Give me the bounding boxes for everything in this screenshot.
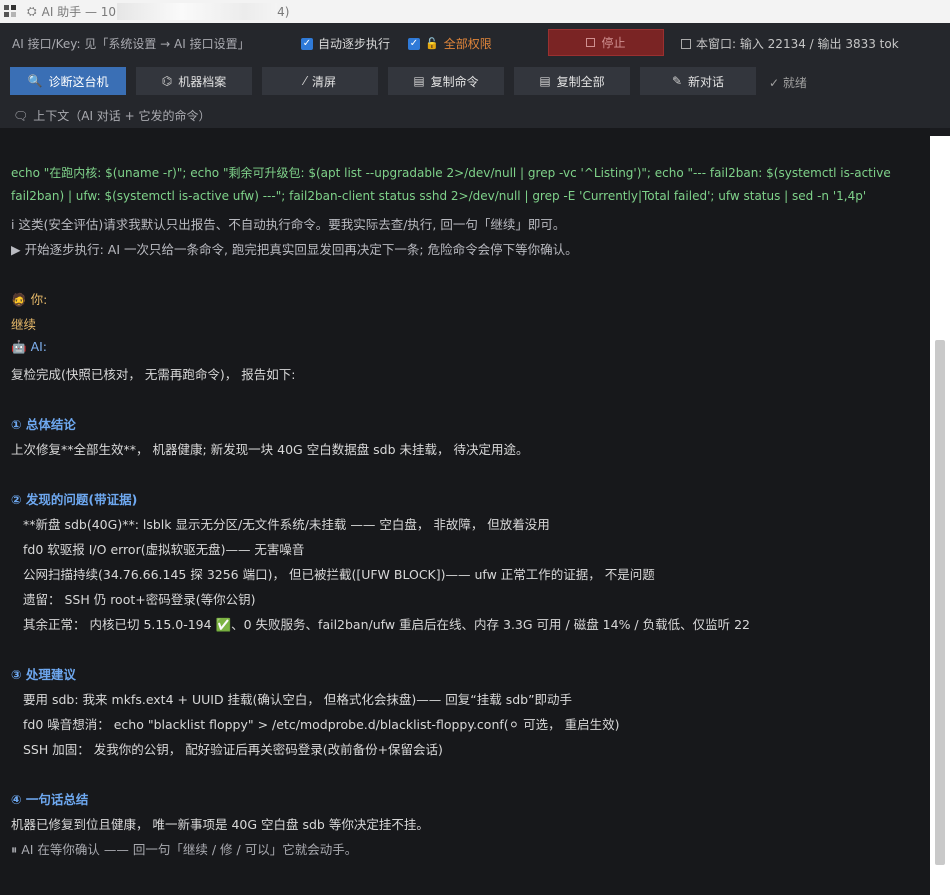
clear-screen-label: 清屏 <box>312 74 337 89</box>
info-notice: ⅰ 这类(安全评估)请求我默认只出报告、不自动执行命令。要我实际去查/执行, 回… <box>11 217 566 232</box>
list-item: 要用 sdb: 我来 mkfs.ext4 + UUID 挂载(确认空白， 但格式… <box>23 692 573 707</box>
stop-icon <box>586 38 596 47</box>
copy-command-button[interactable]: ▤ 复制命令 <box>388 67 504 95</box>
full-permission-checkbox[interactable]: ✓ 🔓 全部权限 <box>408 35 492 52</box>
command-line: fail2ban) | ufw: $(systemctl is-active u… <box>11 189 867 203</box>
window-icon <box>681 38 691 49</box>
ai-label-text: AI: <box>30 339 48 354</box>
auto-step-label: 自动逐步执行 <box>318 37 391 51</box>
list-item: 公网扫描持续(34.76.66.145 探 3256 端口)， 但已被拦截([U… <box>23 567 655 582</box>
window-title-bar: ⛭ AI 助手 — 10 4) <box>0 0 950 23</box>
section-heading: ④ 一句话总结 <box>11 792 89 807</box>
list-item: SSH 加固： 发我你的公钥， 配好验证后再关密码登录(改前备份+保留会话) <box>23 742 443 757</box>
context-label: 🗨 上下文（AI 对话 + 它发的命令） <box>13 107 210 124</box>
checkbox-checked-icon: ✓ <box>408 37 420 50</box>
unlock-icon: 🔓 <box>425 37 439 50</box>
action-toolbar: 🔍 诊断这台机 ⌬ 机器档案 ⁄ 清屏 ▤ 复制命令 ▤ 复制全部 ✎ 新对话 … <box>0 62 950 100</box>
robot-icon: 🤖 <box>11 339 27 354</box>
list-item: fd0 软驱报 I/O error(虚拟软驱无盘)—— 无害噪音 <box>23 542 305 557</box>
redacted-host <box>117 3 278 20</box>
section-heading: ② 发现的问题(带证据) <box>11 492 138 507</box>
copy-all-label: 复制全部 <box>556 74 605 89</box>
chat-transcript[interactable]: echo "在跑内核: $(uname -r)"; echo "剩余可升级包: … <box>0 128 930 895</box>
diagnose-button[interactable]: 🔍 诊断这台机 <box>10 67 126 95</box>
user-avatar-icon: 🧔 <box>11 292 27 307</box>
command-line: echo "在跑内核: $(uname -r)"; echo "剩余可升级包: … <box>11 166 891 180</box>
checkbox-checked-icon: ✓ <box>301 37 313 50</box>
list-item: 遗留： SSH 仍 root+密码登录(等你公钥) <box>23 592 256 607</box>
stop-button[interactable]: 停止 <box>548 29 664 56</box>
clipboard-icon: ▤ <box>413 74 425 88</box>
user-message: 继续 <box>11 317 37 332</box>
robot-icon: ⛭ <box>27 4 37 18</box>
speech-bubble-icon: 🗨 <box>13 108 29 123</box>
copy-all-button[interactable]: ▤ 复制全部 <box>514 67 630 95</box>
broom-icon: ⁄ <box>303 74 306 88</box>
window-title-suffix: 4) <box>277 4 290 19</box>
waiting-notice: ⏸ AI 在等你确认 —— 回一句「继续 / 修 / 可以」它就会动手。 <box>11 842 358 857</box>
context-text: 上下文（AI 对话 + 它发的命令） <box>33 109 211 123</box>
user-label: 🧔 你: <box>11 289 47 308</box>
scrollbar-thumb[interactable] <box>935 340 945 865</box>
section-heading: ③ 处理建议 <box>11 667 76 682</box>
settings-bar: AI 接口/Key: 见「系统设置 → AI 接口设置」 ✓ 自动逐步执行 ✓ … <box>0 23 950 62</box>
magnifier-icon: 🔍 <box>27 74 43 88</box>
auto-step-checkbox[interactable]: ✓ 自动逐步执行 <box>301 35 390 52</box>
list-item: 其余正常： 内核已切 5.15.0-194 ✅、0 失败服务、fail2ban/… <box>23 617 750 632</box>
token-usage: 本窗口: 输入 22134 / 输出 3833 tok <box>681 35 899 52</box>
pencil-icon: ✎ <box>671 74 683 88</box>
ai-label: 🤖 AI: <box>11 339 47 355</box>
app-icon <box>4 4 18 19</box>
new-chat-label: 新对话 <box>688 74 725 89</box>
list-item: fd0 噪音想消： echo "blacklist floppy" > /etc… <box>23 717 620 732</box>
step-start-notice: ▶ 开始逐步执行: AI 一次只给一条命令, 跑完把真实回显发回再决定下一条; … <box>11 242 578 257</box>
clear-screen-button[interactable]: ⁄ 清屏 <box>262 67 378 95</box>
new-chat-button[interactable]: ✎ 新对话 <box>640 67 756 95</box>
section-text: 机器已修复到位且健康， 唯一新事项是 40G 空白盘 sdb 等你决定挂不挂。 <box>11 817 429 832</box>
machine-profile-button[interactable]: ⌬ 机器档案 <box>136 67 252 95</box>
machine-profile-label: 机器档案 <box>178 74 227 89</box>
section-text: 上次修复**全部生效**， 机器健康; 新发现一块 40G 空白数据盘 sdb … <box>11 442 529 457</box>
diagnose-label: 诊断这台机 <box>48 74 109 89</box>
window-title: AI 助手 — 10 <box>41 5 117 19</box>
section-heading: ① 总体结论 <box>11 417 76 432</box>
full-permission-label: 全部权限 <box>443 37 492 51</box>
api-key-hint: AI 接口/Key: 见「系统设置 → AI 接口设置」 <box>12 37 250 51</box>
gamepad-icon: ⌬ <box>161 74 173 88</box>
ai-intro: 复检完成(快照已核对， 无需再跑命令)， 报告如下: <box>11 367 296 382</box>
stop-label: 停止 <box>601 36 626 50</box>
context-bar: 🗨 上下文（AI 对话 + 它发的命令） <box>0 100 950 128</box>
token-usage-text: 本窗口: 输入 22134 / 输出 3833 tok <box>696 37 899 51</box>
copy-command-label: 复制命令 <box>430 74 479 89</box>
status-text: ✓ 就绪 <box>769 76 807 90</box>
clipboard-icon: ▤ <box>539 74 551 88</box>
list-item: **新盘 sdb(40G)**: lsblk 显示无分区/无文件系统/未挂载 —… <box>23 517 550 532</box>
user-label-text: 你: <box>30 292 48 307</box>
